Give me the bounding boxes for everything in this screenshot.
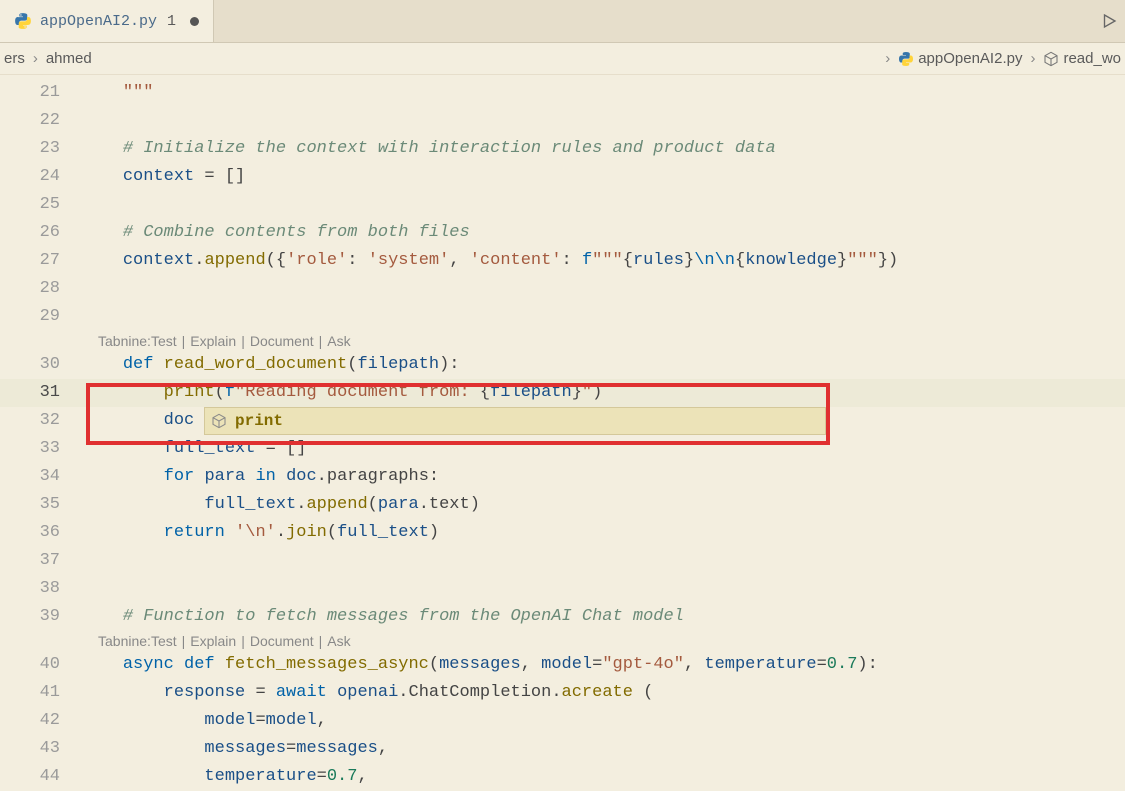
chevron-right-icon: › (881, 50, 894, 67)
line-number: 32 (0, 407, 82, 435)
line-number: 36 (0, 519, 82, 547)
editor-tab[interactable]: appOpenAI2.py 1 (0, 0, 214, 42)
code-line[interactable]: 37 (0, 547, 1125, 575)
python-icon (898, 51, 914, 67)
code-line[interactable]: 33 full_text = [] (0, 435, 1125, 463)
code-line[interactable]: 21 """ (0, 79, 1125, 107)
code-line[interactable]: 34 for para in doc.paragraphs: (0, 463, 1125, 491)
breadcrumb-file[interactable]: appOpenAI2.py (918, 50, 1022, 67)
line-number: 40 (0, 651, 82, 679)
line-number: 29 (0, 303, 82, 331)
codelens-actions[interactable]: Tabnine: Test|Explain|Document|Ask (82, 331, 351, 351)
line-number: 39 (0, 603, 82, 631)
tab-modified-count: 1 (167, 13, 176, 30)
code-line[interactable]: 25 (0, 191, 1125, 219)
code-line[interactable]: 43 messages=messages, (0, 735, 1125, 763)
autocomplete-popup[interactable]: print (204, 407, 826, 435)
python-icon (14, 12, 32, 30)
code-content[interactable]: for para in doc.paragraphs: (82, 463, 439, 491)
code-editor[interactable]: 21 """2223 # Initialize the context with… (0, 75, 1125, 791)
code-content[interactable]: def read_word_document(filepath): (82, 351, 460, 379)
suggestion-label[interactable]: print (235, 412, 283, 430)
breadcrumb-item[interactable]: ers (4, 50, 25, 67)
chevron-right-icon: › (1026, 50, 1039, 67)
code-line[interactable]: 26 # Combine contents from both files (0, 219, 1125, 247)
symbol-icon (211, 413, 227, 429)
code-line[interactable]: 38 (0, 575, 1125, 603)
tab-filename: appOpenAI2.py (40, 13, 157, 30)
breadcrumb-bar: ers › ahmed › appOpenAI2.py › read_wo (0, 43, 1125, 75)
code-line[interactable]: 23 # Initialize the context with interac… (0, 135, 1125, 163)
code-content[interactable]: # Initialize the context with interactio… (82, 135, 776, 163)
line-number: 28 (0, 275, 82, 303)
code-line[interactable]: 22 (0, 107, 1125, 135)
code-content[interactable]: context = [] (82, 163, 245, 191)
code-line[interactable]: 42 model=model, (0, 707, 1125, 735)
code-content[interactable]: temperature=0.7, (82, 763, 368, 791)
line-number: 27 (0, 247, 82, 275)
line-number: 34 (0, 463, 82, 491)
code-content[interactable]: full_text.append(para.text) (82, 491, 480, 519)
code-content[interactable]: messages=messages, (82, 735, 388, 763)
code-line[interactable]: 27 context.append({'role': 'system', 'co… (0, 247, 1125, 275)
code-line[interactable]: 35 full_text.append(para.text) (0, 491, 1125, 519)
line-number: 26 (0, 219, 82, 247)
code-line[interactable]: 40 async def fetch_messages_async(messag… (0, 651, 1125, 679)
line-number: 25 (0, 191, 82, 219)
codelens-action[interactable]: Document (250, 631, 314, 651)
line-number: 42 (0, 707, 82, 735)
code-line[interactable]: 30 def read_word_document(filepath): (0, 351, 1125, 379)
code-content[interactable]: """ (82, 79, 153, 107)
code-content[interactable]: context.append({'role': 'system', 'conte… (82, 247, 898, 275)
line-number: 22 (0, 107, 82, 135)
code-line[interactable]: 39 # Function to fetch messages from the… (0, 603, 1125, 631)
symbol-icon (1043, 51, 1059, 67)
code-content[interactable]: print(f"Reading document from: {filepath… (82, 379, 602, 407)
code-content[interactable]: async def fetch_messages_async(messages,… (82, 651, 878, 679)
codelens-action[interactable]: Document (250, 331, 314, 351)
line-number: 44 (0, 763, 82, 791)
line-number: 43 (0, 735, 82, 763)
line-number: 41 (0, 679, 82, 707)
breadcrumb-item[interactable]: ahmed (46, 50, 92, 67)
line-number: 21 (0, 79, 82, 107)
codelens-action[interactable]: Test (151, 331, 177, 351)
codelens-action[interactable]: Ask (327, 631, 350, 651)
code-content[interactable]: response = await openai.ChatCompletion.a… (82, 679, 653, 707)
breadcrumb-symbol[interactable]: read_wo (1063, 50, 1121, 67)
code-content[interactable]: # Function to fetch messages from the Op… (82, 603, 684, 631)
codelens-actions[interactable]: Tabnine: Test|Explain|Document|Ask (82, 631, 351, 651)
codelens-action[interactable]: Ask (327, 331, 350, 351)
chevron-right-icon: › (29, 50, 42, 67)
code-line[interactable]: 31 print(f"Reading document from: {filep… (0, 379, 1125, 407)
code-line[interactable]: 36 return '\n'.join(full_text) (0, 519, 1125, 547)
codelens-action[interactable]: Explain (190, 631, 236, 651)
line-number: 33 (0, 435, 82, 463)
code-line[interactable]: 41 response = await openai.ChatCompletio… (0, 679, 1125, 707)
code-content[interactable]: model=model, (82, 707, 327, 735)
line-number: 30 (0, 351, 82, 379)
code-line[interactable]: 32 doc = print (0, 407, 1125, 435)
line-number: 24 (0, 163, 82, 191)
codelens-action[interactable]: Test (151, 631, 177, 651)
code-line[interactable]: 28 (0, 275, 1125, 303)
line-number: 38 (0, 575, 82, 603)
line-number: 35 (0, 491, 82, 519)
line-number: 23 (0, 135, 82, 163)
code-content[interactable]: full_text = [] (82, 435, 306, 463)
line-number: 37 (0, 547, 82, 575)
dirty-indicator-icon (190, 17, 199, 26)
run-button[interactable] (1097, 12, 1121, 30)
line-number: 31 (0, 379, 82, 407)
code-content[interactable]: return '\n'.join(full_text) (82, 519, 439, 547)
breadcrumb-symbol-path[interactable]: › appOpenAI2.py › read_wo (881, 50, 1121, 67)
tab-bar: appOpenAI2.py 1 (0, 0, 1125, 43)
breadcrumb-path[interactable]: ers › ahmed (4, 50, 92, 67)
code-line[interactable]: 44 temperature=0.7, (0, 763, 1125, 791)
code-line[interactable]: 24 context = [] (0, 163, 1125, 191)
codelens-action[interactable]: Explain (190, 331, 236, 351)
code-line[interactable]: 29 (0, 303, 1125, 331)
code-content[interactable]: # Combine contents from both files (82, 219, 470, 247)
